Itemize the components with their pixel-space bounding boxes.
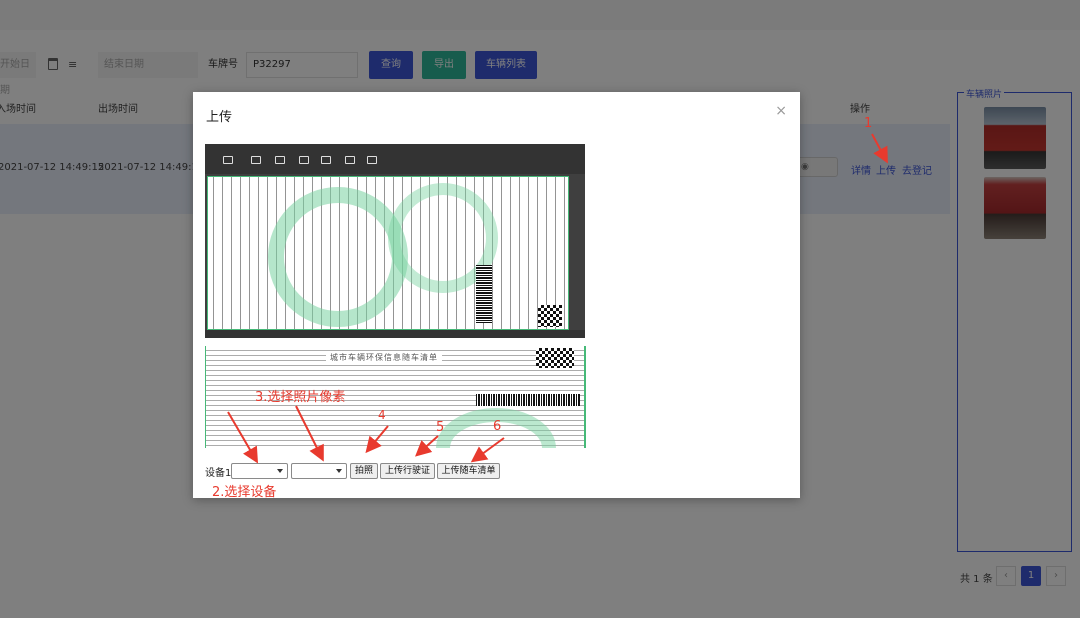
annotation-step-1: 1 — [864, 116, 873, 131]
scanned-document — [207, 176, 569, 330]
watermark-seal — [268, 187, 408, 327]
scanner-tool-icon — [299, 156, 309, 164]
scanner-tool-icon — [251, 156, 261, 164]
annotation-step-2: 2.选择设备 — [212, 485, 277, 500]
upload-modal: 上传 × 城市车辆环保信息随车清单 设备1 拍照 上传行驶证 上传随车清单 — [193, 92, 800, 498]
barcode — [476, 394, 580, 406]
device-select[interactable] — [231, 463, 288, 479]
annotation-step-6: 6 — [493, 419, 502, 434]
pixel-select[interactable] — [291, 463, 347, 479]
scanner-tool-icon — [367, 156, 377, 164]
annotation-step-3: 3.选择照片像素 — [255, 390, 346, 405]
device-label: 设备1 — [205, 468, 232, 479]
capture-button[interactable]: 拍照 — [350, 463, 378, 479]
qr-code — [536, 348, 574, 368]
scanner-tool-icon — [223, 156, 233, 164]
qr-code — [538, 305, 562, 327]
modal-title: 上传 — [206, 110, 233, 125]
upload-manifest-button[interactable]: 上传随车清单 — [437, 463, 500, 479]
barcode — [476, 265, 492, 323]
close-icon[interactable]: × — [775, 103, 787, 119]
license-scan-preview — [205, 144, 585, 338]
scanner-tool-icon — [321, 156, 331, 164]
scanner-status-bar — [205, 330, 585, 338]
annotation-step-4: 4 — [378, 408, 386, 422]
upload-license-button[interactable]: 上传行驶证 — [380, 463, 435, 479]
scanner-tool-icon — [275, 156, 285, 164]
manifest-heading: 城市车辆环保信息随车清单 — [326, 352, 442, 363]
scanner-toolbar — [205, 144, 585, 174]
scanner-tool-icon — [345, 156, 355, 164]
annotation-step-5: 5 — [436, 420, 445, 435]
capture-controls: 设备1 拍照 上传行驶证 上传随车清单 — [205, 463, 525, 479]
